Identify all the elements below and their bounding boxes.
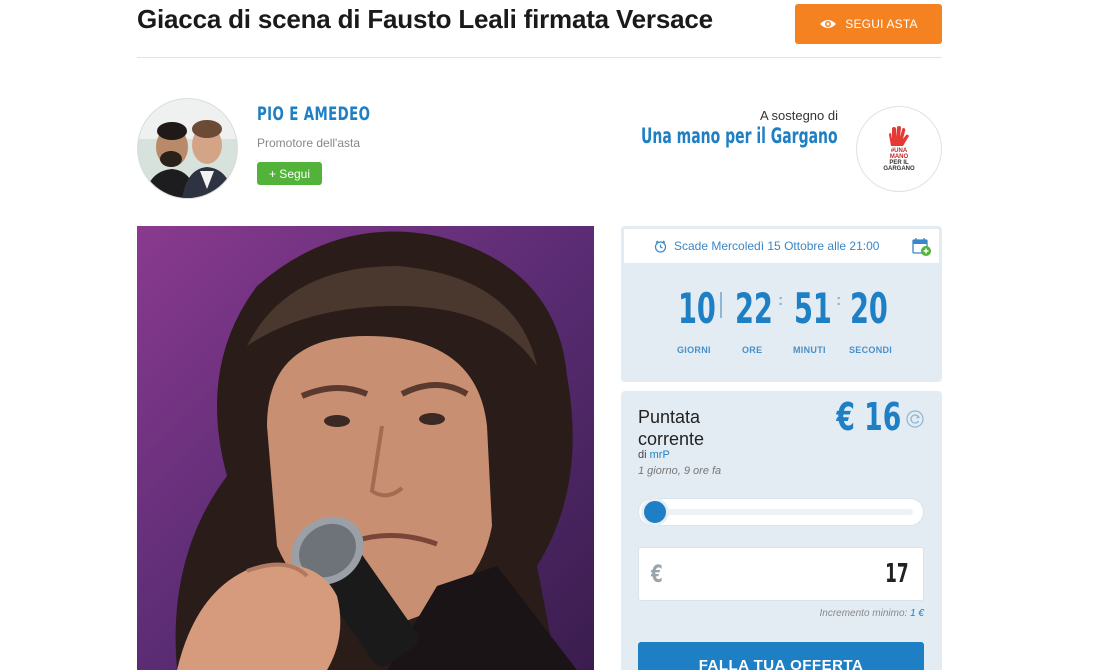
follow-promoter-button[interactable]: + Segui [257,162,322,185]
bid-slider-handle[interactable] [641,498,669,526]
promoter-avatar[interactable] [137,98,238,199]
current-bid-amount: € 16 [836,395,901,439]
bid-panel: Puntata corrente di mrP 1 giorno, 9 ore … [621,391,942,670]
deadline-bar: Scade Mercoledì 15 Ottobre alle 21:00 [624,229,939,263]
header-divider [137,57,942,58]
eye-icon [820,20,837,28]
min-increment-value: 1 € [910,608,924,619]
add-to-calendar-icon[interactable] [912,237,932,257]
seconds-label: SECONDI [849,345,893,355]
countdown-panel: Scade Mercoledì 15 Ottobre alle 21:00 10… [621,226,942,382]
min-increment: Incremento minimo: 1 € [820,608,925,619]
bid-amount-field[interactable]: € 17 [638,547,924,601]
avatar-image [138,99,237,198]
countdown-seconds: 20 [850,284,888,333]
follow-auction-button[interactable]: SEGUI ASTA [795,4,942,44]
page-title: Giacca di scena di Fausto Leali firmata … [137,4,713,34]
support-label: A sostegno di [759,108,838,123]
promoter-name[interactable]: PIO E AMEDEO [257,103,370,125]
bid-slider[interactable] [638,498,924,526]
min-increment-label: Incremento minimo: [819,608,908,619]
bid-amount-value[interactable]: 17 [886,559,909,589]
days-label: GIORNI [677,345,711,355]
countdown-colon: : [778,292,784,309]
currency-symbol: € [651,560,663,588]
refresh-icon[interactable] [906,410,924,428]
minutes-label: MINUTI [793,345,826,355]
auction-page: Giacca di scena di Fausto Leali firmata … [0,0,1095,670]
deadline-text: Scade Mercoledì 15 Ottobre alle 21:00 [674,239,880,253]
countdown-days: 10 [678,284,716,333]
bid-time-ago: 1 giorno, 9 ore fa [638,465,722,477]
hand-icon [889,126,909,146]
bid-slider-rail [649,509,913,515]
auction-photo[interactable] [137,226,594,670]
charity-logo-line: GARGANO [883,166,915,172]
place-bid-button[interactable]: FALLA TUA OFFERTA [638,642,924,670]
countdown-minutes: 51 [794,284,832,333]
countdown-colon: : [836,292,842,309]
current-bid-title: Puntata corrente [638,407,705,449]
bidder-link[interactable]: mrP [650,449,670,461]
countdown-hours: 22 [735,284,773,333]
bidder-prefix: di [638,449,647,461]
singer-photo [137,226,594,670]
charity-logo[interactable]: #UNA MANO PER IL GARGANO [856,106,942,192]
charity-name[interactable]: Una mano per il Gargano [641,124,838,148]
follow-auction-label: SEGUI ASTA [845,17,918,31]
countdown-divider [720,292,722,318]
promoter-role: Promotore dell'asta [257,136,361,150]
hours-label: ORE [742,345,763,355]
clock-icon [654,240,667,253]
bidder-line: di mrP [638,449,670,461]
